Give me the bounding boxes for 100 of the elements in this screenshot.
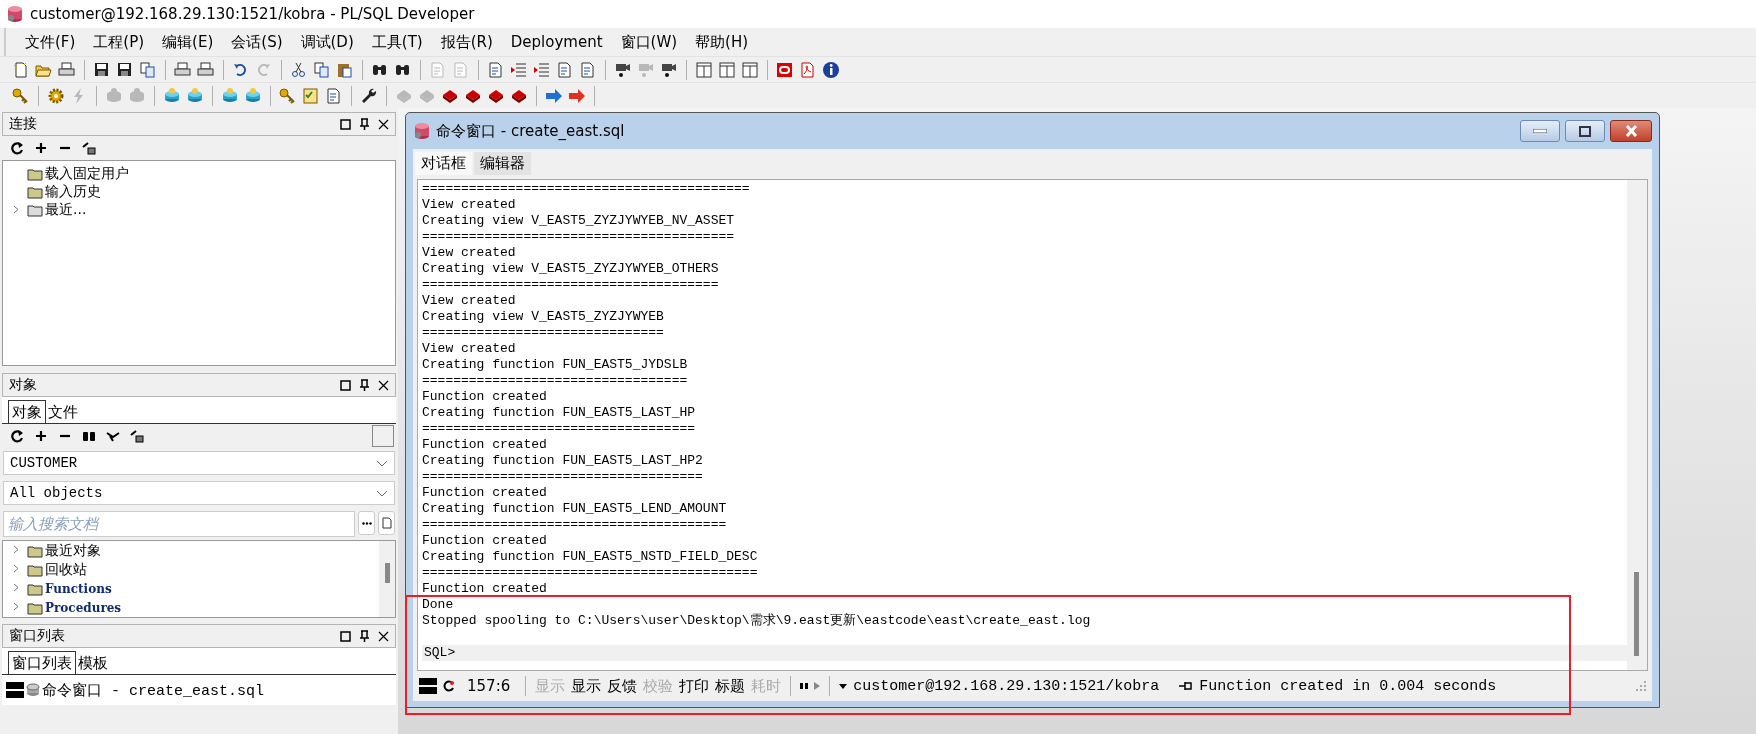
database-icon[interactable] bbox=[221, 86, 239, 105]
menu-item[interactable]: Deployment bbox=[503, 31, 610, 53]
oracle-icon[interactable] bbox=[776, 60, 794, 79]
checklist-icon[interactable] bbox=[302, 86, 320, 105]
status-toggle[interactable]: 反馈 bbox=[607, 676, 638, 696]
restore-icon[interactable] bbox=[340, 630, 351, 642]
windows-icon[interactable] bbox=[695, 60, 713, 79]
panel-tab[interactable]: 窗口列表 bbox=[8, 651, 76, 674]
output-line: Function created bbox=[422, 533, 548, 549]
document-icon[interactable] bbox=[556, 60, 574, 79]
tree-item[interactable]: 最近对象 bbox=[45, 541, 101, 560]
menu-item[interactable]: 工程(P) bbox=[86, 30, 152, 54]
menu-item[interactable]: 报告(R) bbox=[433, 30, 500, 54]
tree-item[interactable]: 输入历史 bbox=[45, 183, 101, 201]
key-icon[interactable] bbox=[12, 86, 30, 105]
scissors-icon[interactable] bbox=[290, 60, 308, 79]
printer-icon[interactable] bbox=[197, 60, 215, 79]
panel-title: 对象 bbox=[9, 376, 38, 394]
menu-item[interactable]: 编辑(E) bbox=[155, 30, 221, 54]
play-icon[interactable] bbox=[814, 682, 821, 690]
document-icon[interactable] bbox=[487, 60, 505, 79]
database-icon[interactable] bbox=[244, 86, 262, 105]
tree-item[interactable]: Procedures bbox=[45, 600, 122, 615]
sql-prompt[interactable]: SQL> bbox=[422, 645, 1627, 661]
save-icon[interactable] bbox=[116, 60, 134, 79]
refresh-icon[interactable] bbox=[10, 141, 24, 155]
minimize-icon bbox=[1533, 129, 1547, 133]
tree-item[interactable]: 回收站 bbox=[45, 560, 87, 579]
status-toggle[interactable]: 标题 bbox=[715, 676, 746, 696]
dropdown-arrow-icon[interactable] bbox=[839, 683, 848, 689]
minimize-button[interactable] bbox=[1520, 120, 1560, 142]
add-icon[interactable] bbox=[34, 141, 48, 155]
pin-icon[interactable] bbox=[359, 118, 370, 130]
menu-item[interactable]: 会话(S) bbox=[224, 30, 290, 54]
pdf-icon[interactable] bbox=[799, 60, 817, 79]
arrow-right-icon[interactable] bbox=[568, 86, 586, 105]
status-toggle[interactable]: 显示 bbox=[571, 676, 602, 696]
add-icon[interactable] bbox=[34, 429, 48, 443]
save-icon[interactable] bbox=[93, 60, 111, 79]
refresh-icon[interactable] bbox=[443, 680, 455, 692]
pin-icon[interactable] bbox=[359, 630, 370, 642]
window-tab[interactable]: 编辑器 bbox=[474, 152, 531, 175]
tree-item[interactable]: Functions bbox=[45, 581, 112, 596]
tree-item[interactable]: 载入固定用户 bbox=[45, 165, 129, 183]
search-field[interactable]: 输入搜索文档 bbox=[3, 511, 355, 537]
document-icon[interactable] bbox=[579, 60, 597, 79]
scrollbar-thumb[interactable] bbox=[385, 563, 390, 583]
panel-tab[interactable]: 文件 bbox=[46, 402, 80, 423]
restore-icon[interactable] bbox=[340, 379, 351, 391]
panel-title: 连接 bbox=[9, 115, 38, 133]
menu-item[interactable]: 调试(D) bbox=[293, 30, 361, 54]
panel-tab[interactable]: 对象 bbox=[8, 400, 46, 423]
refresh-icon[interactable] bbox=[10, 429, 24, 443]
folder-icon bbox=[27, 167, 43, 181]
wrench-icon[interactable] bbox=[360, 86, 378, 105]
database-icon[interactable] bbox=[163, 86, 181, 105]
indent-icon[interactable] bbox=[510, 60, 528, 79]
more-button[interactable] bbox=[358, 511, 375, 535]
windows-icon[interactable] bbox=[741, 60, 759, 79]
key-icon[interactable] bbox=[279, 86, 297, 105]
maximize-button[interactable] bbox=[1565, 120, 1605, 142]
copies-icon[interactable] bbox=[313, 60, 331, 79]
printer-icon[interactable] bbox=[58, 60, 76, 79]
menu-item[interactable]: 窗口(W) bbox=[613, 30, 685, 54]
panel-tab[interactable]: 模板 bbox=[76, 653, 110, 674]
close-icon[interactable] bbox=[378, 379, 389, 391]
output-line: Function created bbox=[422, 389, 548, 405]
gear-icon[interactable] bbox=[47, 86, 65, 105]
database-icon[interactable] bbox=[186, 86, 204, 105]
database-icon bbox=[26, 683, 40, 697]
new-document-icon[interactable] bbox=[12, 60, 30, 79]
restore-icon[interactable] bbox=[340, 118, 351, 130]
tree-item[interactable]: 最近... bbox=[45, 201, 87, 219]
pin-icon bbox=[1179, 681, 1194, 691]
status-toggle[interactable]: 打印 bbox=[679, 676, 710, 696]
filter-dropdown[interactable]: All objects bbox=[3, 481, 395, 505]
output-line: Function created bbox=[422, 437, 548, 453]
printer-icon[interactable] bbox=[174, 60, 192, 79]
pin-icon[interactable] bbox=[359, 379, 370, 391]
pause-icon[interactable] bbox=[800, 682, 809, 690]
scrollbar-thumb[interactable] bbox=[1634, 572, 1639, 656]
resize-grip-icon[interactable] bbox=[1636, 681, 1646, 691]
close-icon[interactable] bbox=[378, 630, 389, 642]
close-button[interactable] bbox=[1610, 120, 1652, 142]
output-line: ====================================== bbox=[422, 277, 720, 293]
arrow-right-icon[interactable] bbox=[545, 86, 563, 105]
copies-icon[interactable] bbox=[139, 60, 157, 79]
close-icon[interactable] bbox=[378, 118, 389, 130]
owner-dropdown[interactable]: CUSTOMER bbox=[3, 451, 395, 475]
panel-title: 窗口列表 bbox=[9, 627, 66, 645]
windows-icon[interactable] bbox=[718, 60, 736, 79]
menu-item[interactable]: 帮助(H) bbox=[688, 30, 756, 54]
output-line: Creating function FUN_EAST5_LAST_HP bbox=[422, 405, 697, 421]
output-line: Creating function FUN_EAST5_NSTD_FIELD_DESC bbox=[422, 549, 759, 565]
document-icon[interactable] bbox=[325, 86, 343, 105]
indent-icon[interactable] bbox=[533, 60, 551, 79]
info-icon[interactable] bbox=[822, 60, 840, 79]
menu-item[interactable]: 文件(F) bbox=[18, 30, 83, 54]
menu-item[interactable]: 工具(T) bbox=[364, 30, 430, 54]
window-tab[interactable]: 对话框 bbox=[415, 152, 472, 175]
